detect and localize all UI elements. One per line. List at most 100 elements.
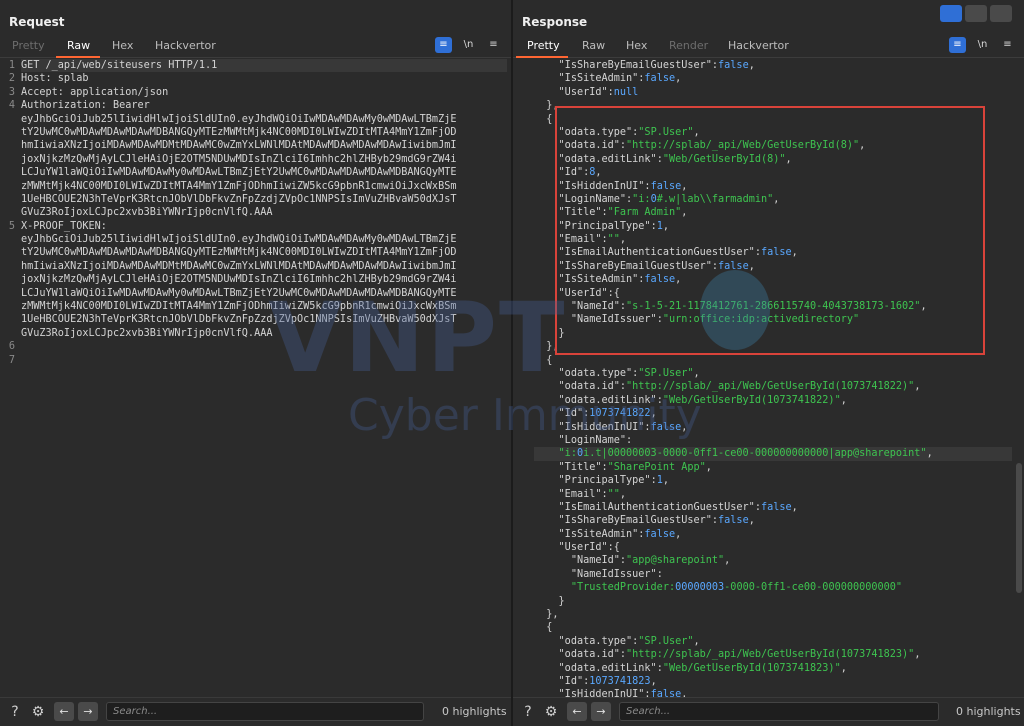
request-tab-pretty[interactable]: Pretty	[12, 39, 45, 52]
request-line-number	[0, 193, 15, 206]
response-search-input[interactable]: Search...	[619, 702, 939, 721]
request-pane: Request Pretty Raw Hex Hackvertor ≡ \n ≡…	[0, 0, 511, 726]
request-line: tY2UwMC0wMDAwMDAwMDAwMDBANGQyMTEzMWMtMjk…	[21, 126, 457, 138]
request-tab-raw[interactable]: Raw	[67, 39, 90, 52]
request-line: 1UeHBCOUE2N3hTeVprK3RtcnJObVlDbFkvZnFpZz…	[21, 193, 457, 205]
request-line-number	[0, 180, 15, 193]
tabbed-layout-icon[interactable]	[990, 5, 1012, 22]
response-gear-icon[interactable]: ⚙	[542, 703, 560, 721]
response-line: "IsSiteAdmin":false,	[558, 73, 682, 85]
response-line: "LoginName":	[558, 434, 633, 446]
request-line: 1UeHBCOUE2N3hTeVprK3RtcnJObVlDbFkvZnFpZz…	[21, 314, 457, 326]
response-line: "IsSiteAdmin":false,	[558, 528, 682, 540]
wrap-lines-button[interactable]: ≡	[435, 37, 452, 53]
request-line-number	[0, 300, 15, 313]
response-line: "i:0i.t|00000003-0000-0ff1-ce00-00000000…	[534, 447, 1012, 461]
response-line: "NameIdIssuer":	[570, 568, 663, 580]
request-line: GVuZ3RoIjoxLCJpc2xvb3BiYWNrIjp0cnVlfQ.AA…	[21, 327, 273, 339]
request-line-number	[0, 246, 15, 259]
request-line-number: 6	[8, 341, 15, 353]
response-line: "PrincipalType":1,	[558, 475, 669, 487]
request-line-number	[0, 206, 15, 219]
request-line-number: 7	[8, 354, 15, 366]
response-line: "TrustedProvider:00000003-0000-0ff1-ce00…	[570, 582, 903, 594]
request-search-input[interactable]: Search...	[106, 702, 424, 721]
request-menu-icon[interactable]: ≡	[485, 37, 502, 53]
response-wrap-lines-button[interactable]: ≡	[949, 37, 966, 53]
request-line: GVuZ3RoIjoxLCJpc2xvb3BiYWNrIjp0cnVlfQ.AA…	[21, 207, 273, 219]
request-line-number	[0, 273, 15, 286]
request-line-number: 2	[8, 73, 15, 85]
request-active-tab-underline	[56, 56, 100, 58]
request-line: tY2UwMC0wMDAwMDAwMDAwMDBANGQyMTEzMWMtMjk…	[21, 247, 457, 259]
request-line-number	[0, 233, 15, 246]
request-line-number	[0, 327, 15, 340]
response-active-tab-underline	[516, 56, 568, 58]
request-editor[interactable]: 1234567 GET /_api/web/siteusers HTTP/1.1…	[0, 59, 511, 697]
request-line	[21, 340, 507, 353]
response-line: "UserId":null	[558, 86, 639, 98]
response-show-newlines-button[interactable]: \n	[974, 37, 991, 53]
highlighted-user-block	[555, 106, 985, 355]
request-line: joxNjkzMzQwMjAyLCJleHAiOjE2OTM5NDUwMDIsI…	[21, 274, 457, 286]
gear-icon[interactable]: ⚙	[29, 703, 47, 721]
response-help-icon[interactable]: ?	[519, 703, 537, 721]
request-line: hmIiwiaXNzIjoiMDAwMDAwMDMtMDAwMC0wZmYxLW…	[21, 260, 457, 272]
request-line-number: 3	[8, 86, 15, 98]
response-tab-raw[interactable]: Raw	[582, 39, 605, 52]
response-line: "Id":1073741822,	[558, 408, 657, 420]
response-tab-hex[interactable]: Hex	[626, 39, 647, 52]
request-line-number	[0, 313, 15, 326]
response-scrollbar[interactable]	[1016, 463, 1022, 593]
request-line: zMWMtMjk4NC00MDI0LWIwZDItMTA4MmY1ZmFjODh…	[21, 301, 457, 313]
request-line: X-PROOF_TOKEN:	[21, 220, 107, 232]
response-tab-hackvertor[interactable]: Hackvertor	[728, 39, 789, 52]
request-line: hmIiwiaXNzIjoiMDAwMDAwMDMtMDAwMC0wZmYxLW…	[21, 140, 457, 152]
response-line: }	[534, 595, 565, 607]
response-line: "IsHiddenInUI":false,	[558, 689, 688, 697]
request-line-number	[0, 113, 15, 126]
request-tab-hex[interactable]: Hex	[112, 39, 133, 52]
response-line: "UserId":{	[558, 542, 620, 554]
response-line: "odata.id":"http://splab/_api/Web/GetUse…	[558, 381, 921, 393]
request-line-numbers: 1234567	[0, 59, 18, 697]
request-bottom-bar: ? ⚙ ← → Search... 0 highlights	[0, 697, 511, 726]
arrow-right-icon[interactable]: →	[78, 702, 98, 721]
response-line: "odata.id":"http://splab/_api/Web/GetUse…	[558, 649, 921, 661]
response-tab-pretty[interactable]: Pretty	[527, 39, 560, 52]
response-line: {	[534, 622, 553, 634]
request-line: zMWMtMjk4NC00MDI0LWIwZDItMTA4MmY1ZmFjODh…	[21, 180, 457, 192]
show-newlines-button[interactable]: \n	[460, 37, 477, 53]
response-title: Response	[522, 15, 588, 29]
response-arrow-right-icon[interactable]: →	[591, 702, 611, 721]
split-horizontal-layout-icon[interactable]	[940, 5, 962, 22]
response-line: "odata.type":"SP.User",	[558, 635, 700, 647]
request-line-number	[0, 166, 15, 179]
request-line: Host: splab	[21, 73, 89, 85]
request-line-number: 1	[8, 60, 15, 71]
response-tab-render[interactable]: Render	[669, 39, 708, 52]
response-bottom-bar: ? ⚙ ← → Search... 0 highlights	[513, 697, 1024, 726]
request-tab-hackvertor[interactable]: Hackvertor	[155, 39, 216, 52]
request-line-number	[0, 287, 15, 300]
response-line: "IsShareByEmailGuestUser":false,	[558, 515, 755, 527]
response-tabs: Pretty Raw Hex Render Hackvertor ≡ \n ≡	[513, 34, 1024, 58]
response-menu-icon[interactable]: ≡	[999, 37, 1016, 53]
response-line: "IsShareByEmailGuestUser":false,	[558, 60, 755, 71]
response-line: "odata.editLink":"Web/GetUserById(107374…	[558, 662, 847, 674]
split-vertical-layout-icon[interactable]	[965, 5, 987, 22]
response-line: "IsHiddenInUI":false,	[558, 421, 688, 433]
request-line-number	[0, 126, 15, 139]
request-line: LCJuYW1laWQiOiIwMDAwMDAwMy0wMDAwLTBmZjEt…	[21, 287, 457, 299]
request-line: eyJhbGciOiJub25lIiwidHlwIjoiSldUIn0.eyJh…	[21, 234, 457, 246]
request-raw-text[interactable]: GET /_api/web/siteusers HTTP/1.1 Host: sp…	[21, 59, 507, 367]
response-line: "NameId":"app@sharepoint",	[570, 555, 731, 567]
request-line: LCJuYW1laWQiOiIwMDAwMDAwMy0wMDAwLTBmZjEt…	[21, 167, 457, 179]
request-line: joxNjkzMzQwMjAyLCJleHAiOjE2OTM5NDUwMDIsI…	[21, 153, 457, 165]
response-line: "Email":"",	[558, 488, 627, 500]
help-icon[interactable]: ?	[6, 703, 24, 721]
response-line: "Title":"SharePoint App",	[558, 461, 712, 473]
arrow-left-icon[interactable]: ←	[54, 702, 74, 721]
request-line: Authorization: Bearer	[21, 100, 150, 112]
response-arrow-left-icon[interactable]: ←	[567, 702, 587, 721]
